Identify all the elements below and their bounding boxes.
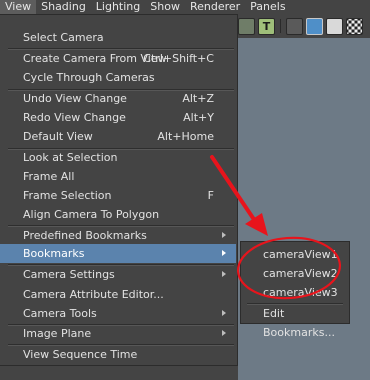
bookmarks-submenu: cameraView1 cameraView2 cameraView3 Edit…: [240, 241, 350, 339]
menu-view[interactable]: View: [0, 0, 37, 14]
submenu-item-cameraview3[interactable]: cameraView3: [241, 283, 349, 302]
menu-item-default-view[interactable]: Default View Alt+Home: [0, 127, 236, 146]
submenu-arrow-icon: [222, 330, 226, 336]
menu-shading[interactable]: Shading: [36, 0, 91, 14]
wireframe-cube-icon[interactable]: [286, 17, 303, 35]
toolbar-divider: [280, 19, 281, 33]
menu-item-image-plane[interactable]: Image Plane: [0, 324, 236, 343]
menu-item-frame-all[interactable]: Frame All: [0, 167, 236, 186]
shaded-cube-icon[interactable]: [306, 17, 323, 35]
submenu-arrow-icon: [222, 232, 226, 238]
menu-item-create-camera[interactable]: Create Camera From View Ctrl+Shift+C: [0, 49, 236, 68]
menu-item-camera-attribute-editor[interactable]: Camera Attribute Editor...: [0, 285, 236, 304]
menu-item-select-camera[interactable]: Select Camera: [0, 28, 236, 47]
menu-item-cycle-cameras[interactable]: Cycle Through Cameras: [0, 68, 236, 87]
menu-renderer[interactable]: Renderer: [185, 0, 245, 14]
submenu-item-edit-bookmarks[interactable]: Edit Bookmarks...: [241, 304, 349, 339]
view-menu: Select Camera Create Camera From View Ct…: [0, 14, 238, 366]
menu-item-frame-selection[interactable]: Frame Selection F: [0, 186, 236, 205]
submenu-arrow-icon: [222, 271, 226, 277]
menu-item-camera-settings[interactable]: Camera Settings: [0, 265, 236, 284]
submenu-arrow-icon: [222, 250, 226, 256]
menu-item-undo-view[interactable]: Undo View Change Alt+Z: [0, 89, 236, 108]
menu-item-predefined-bookmarks[interactable]: Predefined Bookmarks: [0, 226, 236, 245]
menu-item-camera-tools[interactable]: Camera Tools: [0, 304, 236, 323]
text-icon[interactable]: T: [258, 17, 275, 35]
menu-show[interactable]: Show: [145, 0, 185, 14]
submenu-item-cameraview1[interactable]: cameraView1: [241, 245, 349, 264]
submenu-item-cameraview2[interactable]: cameraView2: [241, 264, 349, 283]
submenu-arrow-icon: [222, 310, 226, 316]
menu-item-redo-view[interactable]: Redo View Change Alt+Y: [0, 108, 236, 127]
grid-icon[interactable]: [238, 17, 255, 35]
panel-toolbar: T: [238, 14, 370, 38]
menu-item-align-camera[interactable]: Align Camera To Polygon: [0, 205, 236, 224]
textured-cube-icon[interactable]: [326, 17, 343, 35]
menu-item-view-sequence-time[interactable]: View Sequence Time: [0, 345, 236, 364]
menu-panels[interactable]: Panels: [245, 0, 290, 14]
menu-item-look-at-selection[interactable]: Look at Selection: [0, 148, 236, 167]
menu-lighting[interactable]: Lighting: [91, 0, 145, 14]
menu-bar: View Shading Lighting Show Renderer Pane…: [0, 0, 370, 14]
checker-icon[interactable]: [346, 17, 363, 35]
menu-item-bookmarks[interactable]: Bookmarks: [0, 244, 236, 263]
